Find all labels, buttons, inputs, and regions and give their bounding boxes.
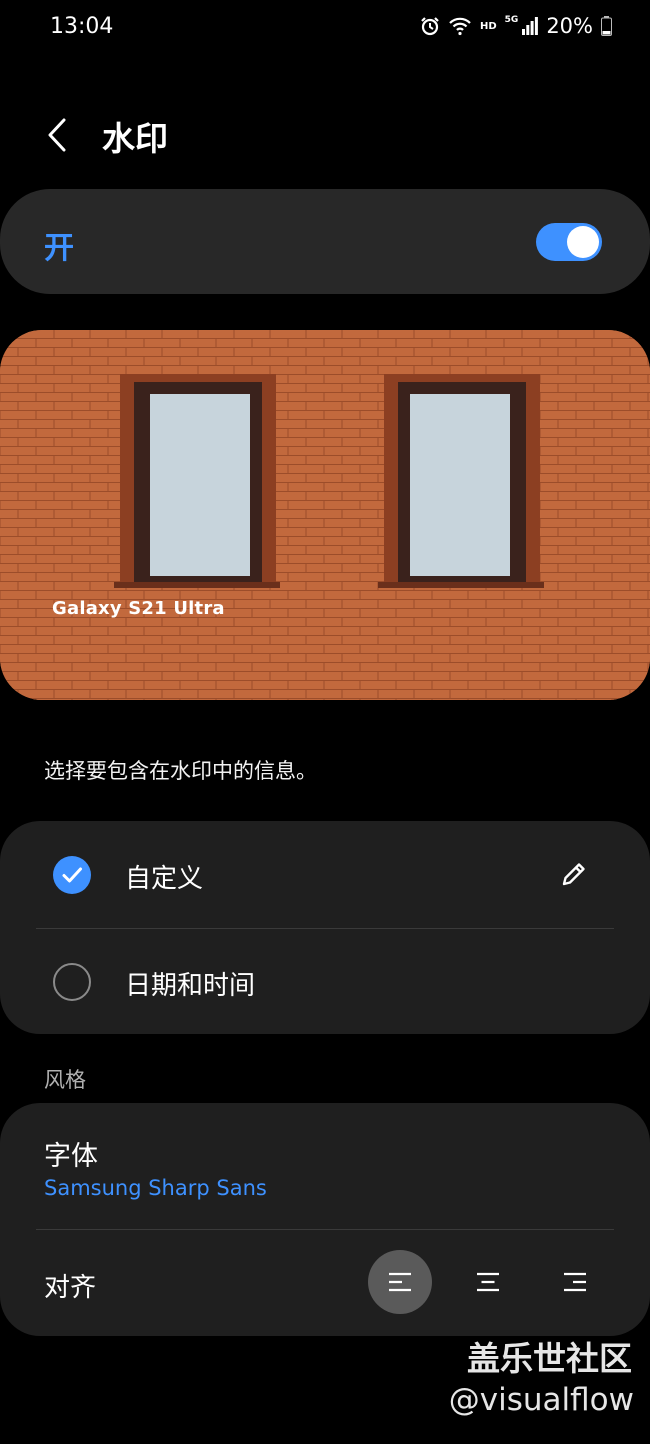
align-center-icon [477,1272,499,1292]
option-custom[interactable]: 自定义 [0,821,650,927]
watermark-settings-screen: 13:04 HD 5G 20% 水印 开 Galaxy S21 Ultra 选择… [0,0,650,1444]
option-date-time[interactable]: 日期和时间 [0,928,650,1034]
font-value: Samsung Sharp Sans [44,1176,267,1200]
right-window [378,374,544,588]
align-center-button[interactable] [456,1250,520,1314]
header: 水印 [0,100,650,170]
wifi-icon [449,17,471,36]
battery-icon [601,16,612,36]
hd-indicator: HD [479,20,497,32]
watermark-info-options: 自定义 日期和时间 [0,821,650,1034]
signal-icon [522,17,539,35]
chevron-left-icon [48,118,66,152]
left-window [114,374,280,588]
status-time: 13:04 [50,14,114,39]
master-toggle[interactable] [536,223,602,261]
font-label: 字体 [44,1141,98,1172]
battery-percent: 20% [546,14,593,38]
section-header-style: 风格 [44,1068,86,1092]
align-right-icon [564,1272,586,1292]
master-switch-label: 开 [44,231,74,266]
community-watermark: 盖乐世社区 [467,1339,632,1378]
status-icons: HD 5G 20% [420,14,612,38]
network-indicator: 5G [504,15,519,25]
align-right-button[interactable] [543,1250,607,1314]
watermark-preview [0,330,650,700]
checkbox-unchecked[interactable] [53,963,91,1001]
divider [36,1229,614,1230]
toggle-knob [567,226,599,258]
alarm-icon [421,17,439,36]
page-title: 水印 [102,119,168,158]
option-label: 日期和时间 [125,971,256,1001]
align-left-icon [389,1272,411,1292]
font-setting[interactable]: 字体 Samsung Sharp Sans [0,1103,650,1229]
author-watermark: @visualflow [448,1382,634,1418]
pencil-icon [562,863,585,886]
option-label: 自定义 [125,864,204,894]
align-label: 对齐 [44,1273,97,1303]
edit-custom-button[interactable] [556,856,592,892]
status-bar: 13:04 HD 5G 20% [0,0,650,60]
align-left-button[interactable] [368,1250,432,1314]
brick-wall-image [0,330,650,700]
checkbox-checked[interactable] [53,856,91,894]
check-icon [62,867,82,883]
back-button[interactable] [38,108,78,160]
watermark-text: Galaxy S21 Ultra [52,598,225,619]
hint-text: 选择要包含在水印中的信息。 [44,759,317,783]
style-settings: 字体 Samsung Sharp Sans 对齐 [0,1103,650,1336]
